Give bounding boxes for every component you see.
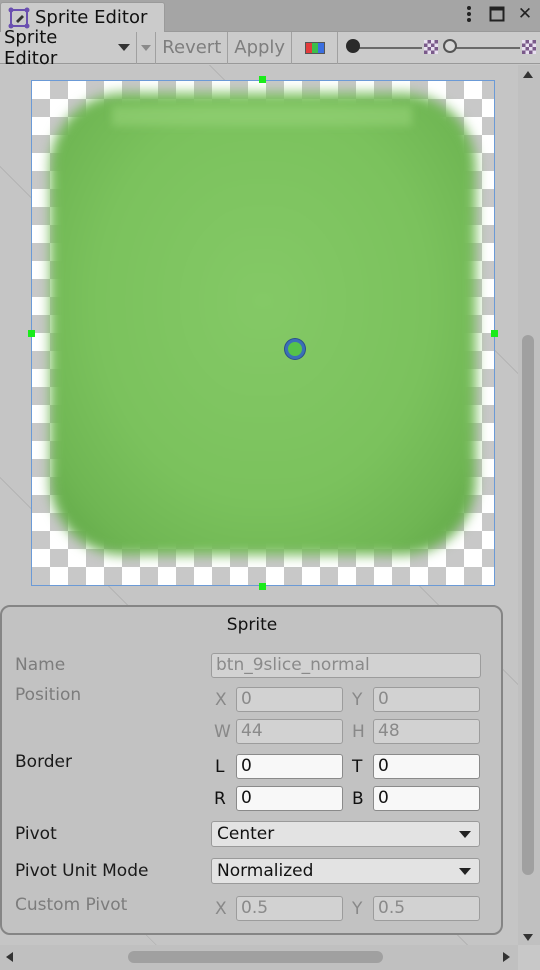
pivot-handle[interactable] [285,339,305,359]
custom-pivot-x-field: 0.5 [236,896,343,921]
scroll-left-icon[interactable] [6,952,13,962]
resize-handle-left[interactable] [28,330,35,337]
panel-title: Sprite [226,615,278,635]
position-w-label: W [214,722,231,742]
position-y-label: Y [352,690,363,710]
pivot-unit-mode-label: Pivot Unit Mode [15,861,149,881]
slider-handle[interactable] [442,38,457,53]
sprite-rect[interactable] [31,80,495,586]
position-h-field: 48 [373,719,480,744]
border-t-field[interactable]: 0 [373,754,480,779]
pivot-dropdown[interactable]: Center [211,821,480,847]
sprite-texture [50,93,476,555]
vertical-scrollbar[interactable] [518,65,540,945]
border-r-field[interactable]: 0 [236,786,343,811]
rgb-channels-icon [304,41,325,54]
editor-mode-label: Sprite Editor [4,26,58,69]
border-r-label: R [214,789,226,809]
checker-mip-icon [521,39,536,54]
color-channel-toggle[interactable] [292,32,337,64]
pivot-value: Center [217,824,275,844]
sprite-highlight [112,106,412,126]
resize-handle-top[interactable] [259,76,266,83]
horizontal-scroll-thumb[interactable] [128,951,383,963]
more-options-icon[interactable] [460,4,478,24]
border-b-label: B [352,789,364,809]
apply-button[interactable]: Apply [228,32,291,64]
position-x-field: 0 [236,687,343,712]
border-t-label: T [352,757,363,777]
slider-track [352,46,423,49]
custom-pivot-x-label: X [215,899,227,919]
scroll-down-icon[interactable] [523,934,533,941]
custom-pivot-y-label: Y [352,899,363,919]
mip-level-slider[interactable] [442,32,540,64]
pivot-unit-mode-dropdown[interactable]: Normalized [211,858,480,884]
resize-handle-right[interactable] [491,330,498,337]
pivot-unit-mode-value: Normalized [217,861,314,881]
border-l-label: L [215,757,225,777]
revert-button[interactable]: Revert [156,32,227,64]
position-h-label: H [352,722,365,742]
resize-handle-bottom[interactable] [259,583,266,590]
slider-handle[interactable] [346,38,361,53]
border-b-field[interactable]: 0 [373,786,480,811]
horizontal-scrollbar[interactable] [0,945,518,970]
name-field: btn_9slice_normal [211,653,481,678]
name-label: Name [15,655,66,675]
scroll-up-icon[interactable] [523,71,533,78]
checker-alpha-icon [424,39,439,54]
vertical-scroll-thumb[interactable] [522,335,534,875]
custom-pivot-y-field: 0.5 [373,896,480,921]
sprite-editor-toolbar: Sprite Editor Revert Apply [0,27,540,69]
mode-options-button[interactable] [137,32,155,64]
maximize-icon[interactable] [488,4,506,24]
position-w-field: 44 [236,719,343,744]
position-x-label: X [215,690,227,710]
scroll-right-icon[interactable] [503,952,510,962]
border-label: Border [15,752,72,772]
chevron-down-icon [118,44,131,51]
sprite-inspector-panel: Sprite Name btn_9slice_normal Position X… [0,605,503,935]
tab-title: Sprite Editor [35,7,148,28]
custom-pivot-label: Custom Pivot [15,895,128,915]
chevron-down-icon [459,868,471,875]
slider-track [449,46,520,49]
editor-mode-dropdown[interactable]: Sprite Editor [0,27,136,69]
position-y-field: 0 [373,687,480,712]
alpha-zoom-slider[interactable] [338,32,441,64]
chevron-down-icon [459,831,471,838]
position-label: Position [15,685,82,705]
chevron-down-icon [141,44,152,51]
close-icon[interactable]: ✕ [516,4,534,24]
pivot-label: Pivot [15,824,57,844]
border-l-field[interactable]: 0 [236,754,343,779]
sprite-editor-icon [8,7,30,29]
